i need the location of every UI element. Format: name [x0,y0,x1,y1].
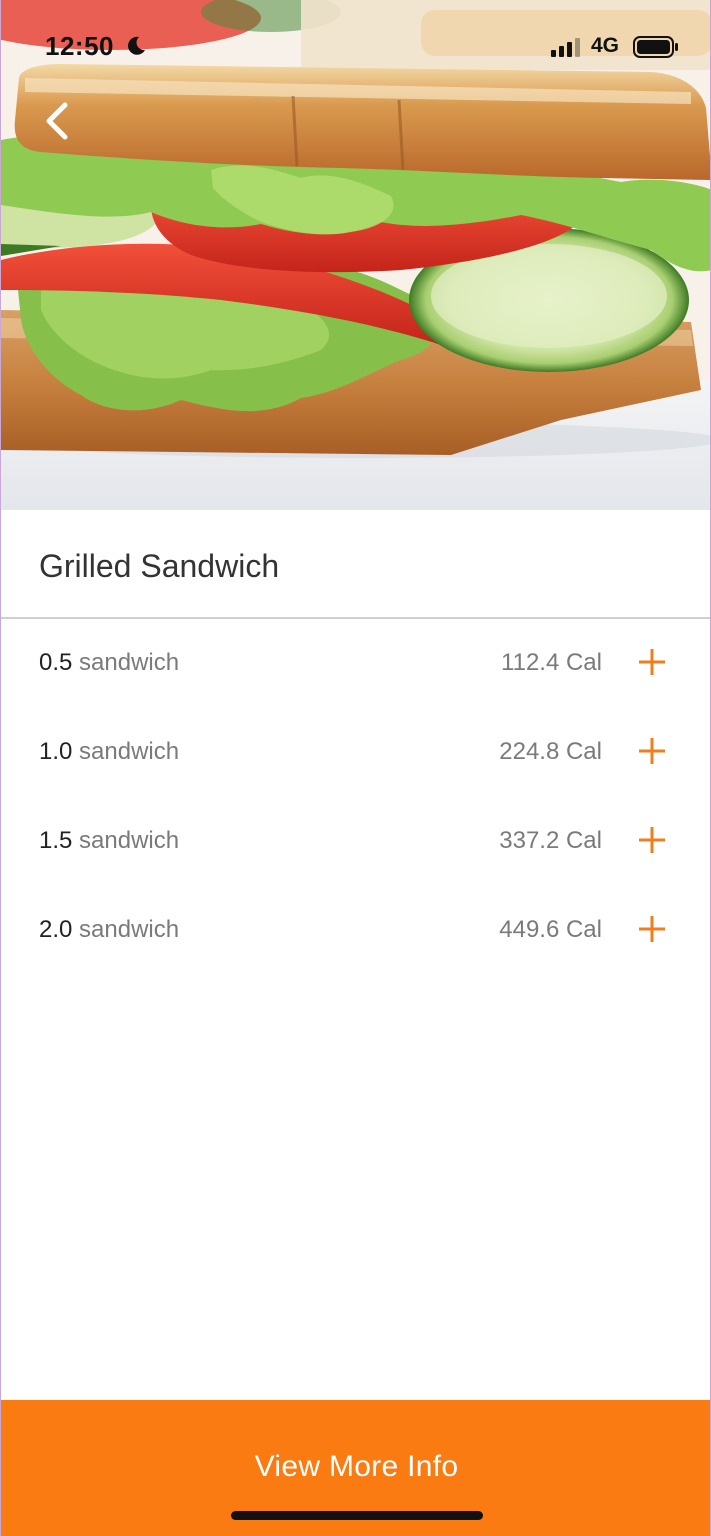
plus-icon [639,738,665,764]
title-section: Grilled Sandwich [1,510,710,619]
plus-icon [639,916,665,942]
back-button[interactable] [31,94,85,148]
page-title: Grilled Sandwich [39,548,280,584]
add-serving-button[interactable] [629,728,675,774]
plus-icon [639,827,665,853]
serving-size: 1.0 sandwich [39,738,179,766]
serving-calories: 449.6 Cal [499,916,602,943]
serving-amount: 1.0 [39,738,73,765]
serving-row[interactable]: 1.5 sandwich 337.2 Cal [1,797,710,886]
home-indicator [231,1511,483,1520]
cellular-signal-icon [551,38,580,57]
moon-icon [128,36,145,55]
status-time: 12:50 [45,31,114,61]
battery-icon [633,36,678,58]
serving-unit: sandwich [79,916,180,943]
serving-amount: 1.5 [39,827,73,854]
serving-size: 1.5 sandwich [39,827,179,855]
serving-size: 2.0 sandwich [39,916,179,944]
serving-unit: sandwich [79,827,180,854]
serving-amount: 2.0 [39,916,73,943]
serving-calories: 112.4 Cal [501,649,602,676]
serving-unit: sandwich [79,649,180,676]
serving-size: 0.5 sandwich [39,649,179,677]
chevron-left-icon [46,102,68,140]
serving-row[interactable]: 0.5 sandwich 112.4 Cal [1,619,710,708]
add-serving-button[interactable] [629,906,675,952]
serving-row[interactable]: 1.0 sandwich 224.8 Cal [1,708,710,797]
status-bar: 12:50 4G [1,0,710,92]
add-serving-button[interactable] [629,639,675,685]
sandwich-photo: 12:50 4G [1,0,710,510]
serving-amount: 0.5 [39,649,73,676]
serving-unit: sandwich [79,738,180,765]
serving-row[interactable]: 2.0 sandwich 449.6 Cal [1,886,710,975]
serving-calories: 337.2 Cal [499,827,602,854]
plus-icon [639,649,665,675]
network-type: 4G [591,34,620,57]
add-serving-button[interactable] [629,817,675,863]
serving-list: 0.5 sandwich 112.4 Cal 1.0 sandwich 224.… [1,619,710,975]
food-detail-screen: 12:50 4G Grilled Sandwich 0.5 sandwich 1… [0,0,711,1536]
view-more-info-label: View More Info [254,1450,459,1483]
serving-calories: 224.8 Cal [499,738,602,765]
